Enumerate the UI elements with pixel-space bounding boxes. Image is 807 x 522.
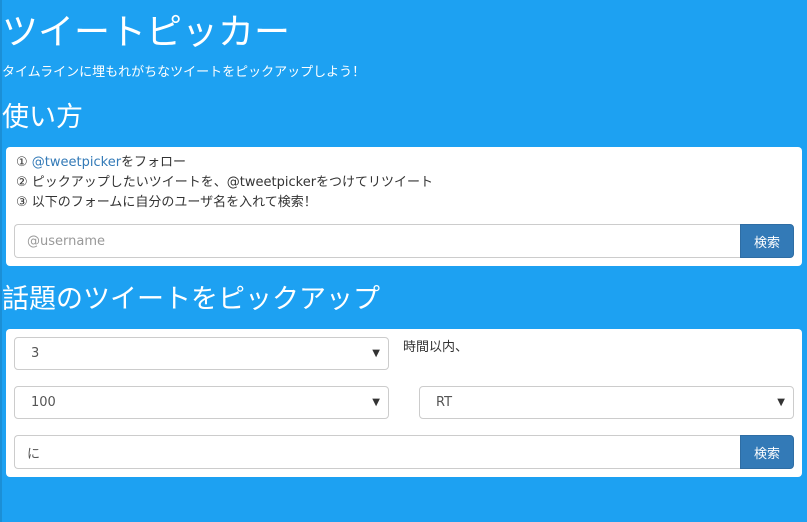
step-2-text: ピックアップしたいツイートを、@tweetpickerをつけてリツイート: [31, 175, 434, 190]
page-subtitle: タイムラインに埋もれがちなツイートをピックアップしよう！: [2, 65, 366, 80]
tweetpicker-link[interactable]: @tweetpicker: [32, 155, 121, 170]
chevron-down-icon: ▼: [777, 397, 785, 408]
step-1-marker: ①: [16, 155, 28, 170]
hours-suffix-label: 時間以内、: [403, 340, 469, 355]
howto-step-3: ③ 以下のフォームに自分のユーザ名を入れて検索！: [16, 194, 317, 212]
howto-step-2: ② ピックアップしたいツイートを、@tweetpickerをつけてリツイート: [16, 174, 433, 192]
howto-panel: ① @tweetpickerをフォロー ② ピックアップしたいツイートを、@tw…: [6, 147, 802, 266]
step-3-text: 以下のフォームに自分のユーザ名を入れて検索！: [31, 195, 317, 210]
count-select[interactable]: 100 ▼: [14, 386, 389, 419]
howto-step-1: ① @tweetpickerをフォロー: [16, 154, 186, 172]
type-select-value: RT: [436, 395, 453, 410]
hours-select-value: 3: [31, 346, 40, 361]
step-3-marker: ③: [16, 195, 28, 210]
trending-panel: 3 ▼ 時間以内、 100 ▼ RT ▼ 検索: [6, 329, 802, 477]
trending-heading: 話題のツイートをピックアップ: [2, 284, 380, 315]
howto-heading: 使い方: [2, 102, 83, 133]
chevron-down-icon: ▼: [372, 397, 380, 408]
chevron-down-icon: ▼: [372, 348, 380, 359]
step-2-marker: ②: [16, 175, 28, 190]
page-title: ツイートピッカー: [2, 12, 291, 53]
username-search-group: 検索: [14, 224, 794, 258]
username-input[interactable]: [14, 224, 740, 258]
keyword-input[interactable]: [14, 435, 740, 469]
type-select[interactable]: RT ▼: [419, 386, 794, 419]
count-select-value: 100: [31, 395, 56, 410]
keyword-search-group: 検索: [14, 435, 794, 469]
username-search-button[interactable]: 検索: [740, 224, 794, 258]
step-1-text: をフォロー: [121, 155, 187, 170]
keyword-search-button[interactable]: 検索: [740, 435, 794, 469]
hours-select[interactable]: 3 ▼: [14, 337, 389, 370]
